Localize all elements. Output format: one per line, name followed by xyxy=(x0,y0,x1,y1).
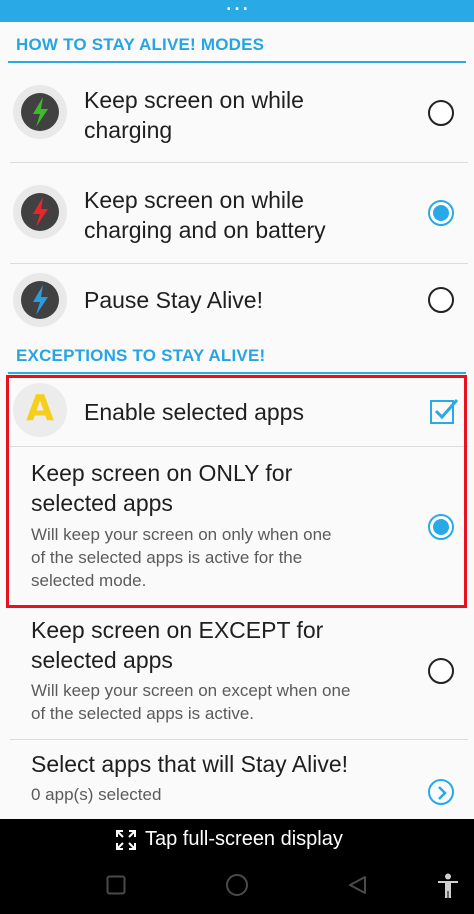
mode-row-charging[interactable]: Keep screen on while charging xyxy=(0,63,468,163)
only-for-summary: Will keep your screen on only when one o… xyxy=(31,525,332,590)
select-apps-summary: 0 app(s) selected xyxy=(31,785,162,804)
accessibility-icon[interactable] xyxy=(437,873,459,899)
fullscreen-label: Tap full-screen display xyxy=(145,828,343,850)
app-letter-icon: A xyxy=(13,383,67,437)
mode-row-pause[interactable]: Pause Stay Alive! xyxy=(0,264,468,337)
mode-radio-pause[interactable] xyxy=(428,287,454,313)
enable-selected-apps-row[interactable]: A Enable selected apps xyxy=(0,374,468,447)
exceptions-section-header: EXCEPTIONS TO STAY ALIVE! xyxy=(16,346,266,365)
select-apps-title: Select apps that will Stay Alive! xyxy=(31,751,349,777)
red-lightning-icon xyxy=(13,185,67,239)
action-bar-title-cropped: … xyxy=(224,0,250,16)
recents-icon[interactable] xyxy=(106,875,126,895)
system-navigation-bar xyxy=(0,861,474,914)
back-icon[interactable] xyxy=(347,875,367,895)
except-for-radio[interactable] xyxy=(428,658,454,684)
green-lightning-icon xyxy=(13,85,67,139)
fullscreen-icon xyxy=(116,830,136,850)
blue-lightning-icon xyxy=(13,273,67,327)
mode-title: Keep screen on while charging xyxy=(84,87,304,143)
only-for-selected-apps-row[interactable]: Keep screen on ONLY for selected apps Wi… xyxy=(0,447,468,607)
mode-radio-charging-and-battery[interactable] xyxy=(428,200,454,226)
modes-section-header: HOW TO STAY ALIVE! MODES xyxy=(16,35,265,54)
fullscreen-bar[interactable]: Tap full-screen display xyxy=(0,819,474,861)
except-for-selected-apps-row[interactable]: Keep screen on EXCEPT for selected apps … xyxy=(0,607,468,740)
except-for-summary: Will keep your screen on except when one… xyxy=(31,681,351,723)
only-for-title: Keep screen on ONLY for selected apps xyxy=(31,460,293,516)
select-apps-row[interactable]: Select apps that will Stay Alive! 0 app(… xyxy=(0,740,468,819)
enable-apps-title: Enable selected apps xyxy=(84,399,304,425)
mode-title: Keep screen on while charging and on bat… xyxy=(84,187,326,243)
home-icon[interactable] xyxy=(225,873,249,897)
mode-radio-charging[interactable] xyxy=(428,100,454,126)
except-for-title: Keep screen on EXCEPT for selected apps xyxy=(31,617,324,673)
mode-title: Pause Stay Alive! xyxy=(84,287,263,313)
mode-row-charging-and-battery[interactable]: Keep screen on while charging and on bat… xyxy=(0,163,468,264)
action-bar: … xyxy=(0,0,474,22)
enable-apps-checkbox[interactable] xyxy=(430,399,459,424)
chevron-right-icon[interactable] xyxy=(428,779,454,805)
only-for-radio[interactable] xyxy=(428,514,454,540)
